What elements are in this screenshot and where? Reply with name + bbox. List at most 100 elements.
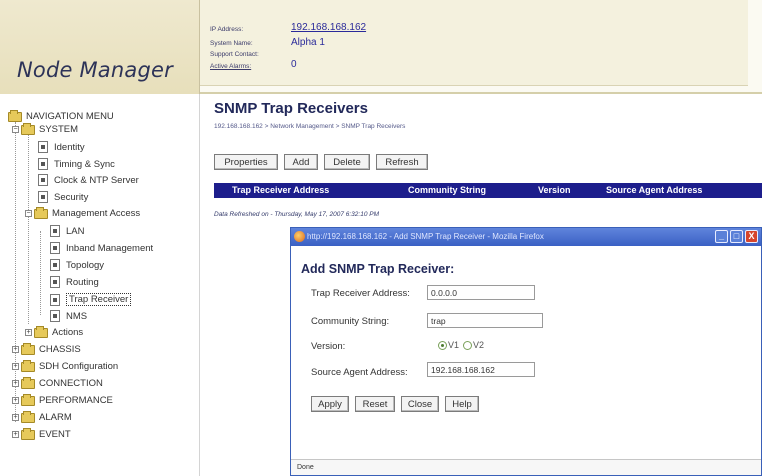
nav-label: NMS <box>66 310 88 322</box>
nav-alarm[interactable]: + ALARM <box>12 410 72 423</box>
browser-status-bar: Done <box>291 459 761 475</box>
column-header[interactable]: Source Agent Address <box>606 185 702 195</box>
page-icon <box>50 242 60 254</box>
radio-selected-icon <box>438 340 447 350</box>
nav-menu-root[interactable]: NAVIGATION MENU <box>8 109 114 122</box>
nav-sdh-configuration[interactable]: + SDH Configuration <box>12 359 118 372</box>
help-button[interactable]: Help <box>445 396 479 412</box>
system-info-panel: IP Address: 192.168.168.162 System Name:… <box>200 0 762 94</box>
nav-connection[interactable]: + CONNECTION <box>12 376 103 389</box>
expand-icon[interactable]: + <box>12 431 19 438</box>
nav-clock-ntp[interactable]: Clock & NTP Server <box>38 174 139 186</box>
nav-management-access[interactable]: − Management Access <box>25 206 140 219</box>
nav-label: Topology <box>66 259 105 271</box>
nav-label: Security <box>54 191 89 203</box>
nav-event[interactable]: + EVENT <box>12 427 71 440</box>
close-icon[interactable]: X <box>745 230 758 243</box>
nav-trap-receiver[interactable]: Trap Receiver <box>50 293 132 306</box>
nav-timing-sync[interactable]: Timing & Sync <box>38 158 115 170</box>
expand-icon[interactable]: + <box>12 380 19 387</box>
delete-button[interactable]: Delete <box>324 154 370 170</box>
version-v1-label: V1 <box>448 340 460 350</box>
page-icon <box>38 141 48 153</box>
navigation-sidebar: NAVIGATION MENU − SYSTEM Identity Timing… <box>0 94 200 476</box>
maximize-icon[interactable]: □ <box>730 230 743 243</box>
expand-icon[interactable]: + <box>12 414 19 421</box>
nav-system[interactable]: − SYSTEM <box>12 122 79 135</box>
properties-button[interactable]: Properties <box>214 154 278 170</box>
firefox-icon <box>294 231 305 242</box>
page-icon <box>50 276 60 288</box>
nav-routing[interactable]: Routing <box>50 276 99 288</box>
nav-identity[interactable]: Identity <box>38 141 85 153</box>
add-button[interactable]: Add <box>284 154 318 170</box>
folder-icon <box>21 359 35 372</box>
dialog-heading: Add SNMP Trap Receiver: <box>301 262 455 276</box>
trap-receiver-address-input[interactable] <box>427 285 535 300</box>
nav-label: Timing & Sync <box>54 158 115 170</box>
refresh-button[interactable]: Refresh <box>376 154 428 170</box>
status-text: Done <box>297 464 314 471</box>
folder-icon <box>34 206 48 219</box>
nav-topology[interactable]: Topology <box>50 259 104 271</box>
minimize-icon[interactable]: _ <box>715 230 728 243</box>
system-name-label: System Name: <box>210 40 253 47</box>
nav-inband-management[interactable]: Inband Management <box>50 242 153 254</box>
community-string-label: Community String: <box>311 316 390 327</box>
dialog-titlebar[interactable]: http://192.168.168.162 - Add SNMP Trap R… <box>291 228 761 246</box>
nav-nms[interactable]: NMS <box>50 310 87 322</box>
expand-icon[interactable]: + <box>12 397 19 404</box>
app-title: Node Manager <box>17 58 173 82</box>
app-header-logo-panel: Node Manager <box>0 0 200 94</box>
page-icon <box>38 174 48 186</box>
nav-label: ALARM <box>39 412 72 423</box>
ip-address-label: IP Address: <box>210 26 244 33</box>
expand-icon[interactable]: + <box>12 346 19 353</box>
nav-label: CONNECTION <box>39 378 103 389</box>
nav-label: Clock & NTP Server <box>54 174 139 186</box>
folder-icon <box>34 325 48 338</box>
nav-label: Actions <box>52 327 84 338</box>
collapse-icon[interactable]: − <box>12 126 19 133</box>
page-icon <box>50 259 60 271</box>
nav-label: SYSTEM <box>39 124 79 135</box>
nav-label: Routing <box>66 276 99 288</box>
nav-label: Identity <box>54 141 85 153</box>
source-agent-address-input[interactable] <box>427 362 535 377</box>
expand-icon[interactable]: + <box>25 329 32 336</box>
column-header[interactable]: Version <box>538 185 571 195</box>
nav-lan[interactable]: LAN <box>50 225 84 237</box>
column-header[interactable]: Community String <box>408 185 486 195</box>
nav-label: Trap Receiver <box>66 293 132 306</box>
community-string-input[interactable] <box>427 313 543 328</box>
active-alarms-label[interactable]: Active Alarms: <box>210 63 251 70</box>
version-v1-radio[interactable]: V1 <box>438 340 459 350</box>
header-divider <box>200 92 762 94</box>
nav-performance[interactable]: + PERFORMANCE <box>12 393 113 406</box>
collapse-icon[interactable]: − <box>25 210 32 217</box>
version-v2-radio[interactable]: V2 <box>463 340 484 350</box>
tree-guide-line <box>28 134 29 324</box>
page-icon <box>50 310 60 322</box>
nav-actions[interactable]: + Actions <box>25 325 84 338</box>
close-button[interactable]: Close <box>401 396 439 412</box>
apply-button[interactable]: Apply <box>311 396 349 412</box>
version-label: Version: <box>311 341 346 352</box>
nav-security[interactable]: Security <box>38 191 88 203</box>
dialog-window-title: http://192.168.168.162 - Add SNMP Trap R… <box>307 232 544 241</box>
nav-label: CHASSIS <box>39 344 81 355</box>
ip-address-value[interactable]: 192.168.168.162 <box>291 22 366 33</box>
folder-icon <box>8 109 22 122</box>
column-header[interactable]: Trap Receiver Address <box>232 185 329 195</box>
version-v2-label: V2 <box>473 340 485 350</box>
folder-icon <box>21 393 35 406</box>
expand-icon[interactable]: + <box>12 363 19 370</box>
tree-guide-line <box>15 122 16 422</box>
nav-chassis[interactable]: + CHASSIS <box>12 342 81 355</box>
folder-icon <box>21 427 35 440</box>
radio-unselected-icon <box>463 340 472 350</box>
reset-button[interactable]: Reset <box>355 396 395 412</box>
trap-receiver-address-label: Trap Receiver Address: <box>311 288 410 299</box>
nav-label: Inband Management <box>66 242 154 254</box>
folder-icon <box>21 410 35 423</box>
